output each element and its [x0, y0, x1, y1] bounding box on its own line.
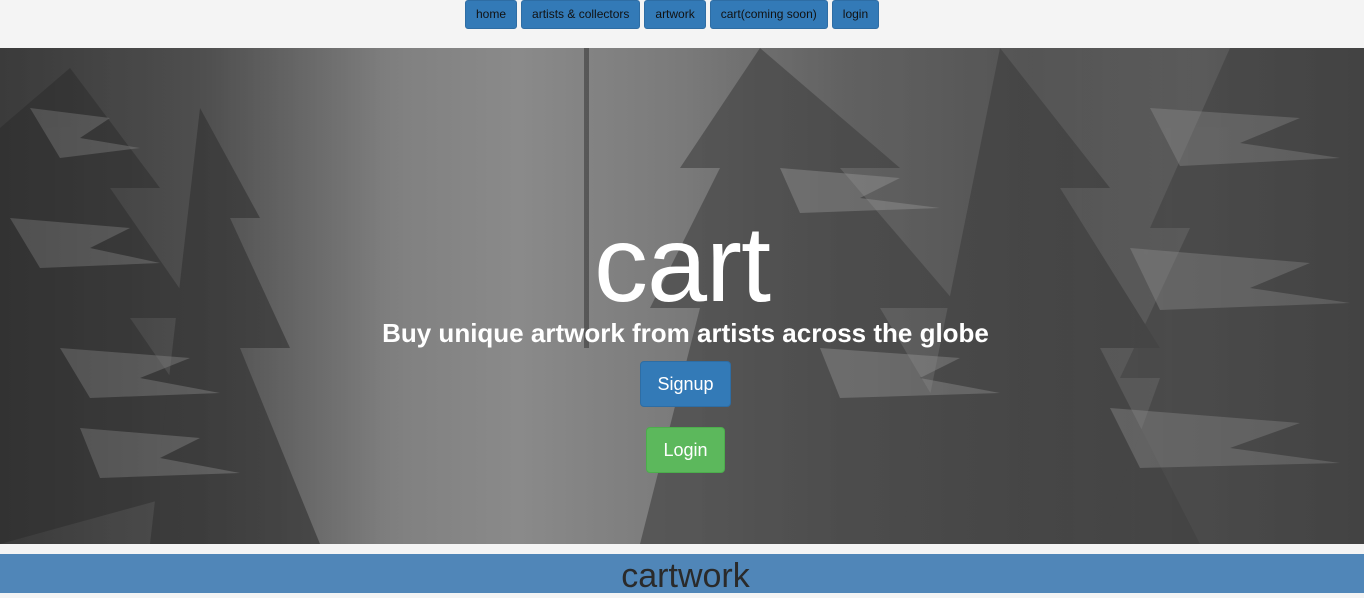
signup-button[interactable]: Signup: [640, 361, 731, 407]
nav-artwork-button[interactable]: artwork: [644, 0, 706, 29]
nav-artists-collectors-button[interactable]: artists & collectors: [521, 0, 641, 29]
hero-section: cart Buy unique artwork from artists acr…: [0, 48, 1364, 544]
footer-band: cartwork: [0, 554, 1364, 593]
nav-home-button[interactable]: home: [465, 0, 518, 29]
nav-login-button[interactable]: login: [831, 0, 880, 29]
login-button[interactable]: Login: [646, 427, 725, 473]
top-bar: home artists & collectors artwork cart(c…: [0, 0, 1364, 48]
main-nav: home artists & collectors artwork cart(c…: [465, 0, 880, 29]
hero-title: cart: [593, 203, 771, 324]
nav-cart-button[interactable]: cart(coming soon): [709, 0, 828, 29]
footer-brand-title: cartwork: [621, 557, 750, 593]
hero-subtitle: Buy unique artwork from artists across t…: [382, 318, 989, 348]
